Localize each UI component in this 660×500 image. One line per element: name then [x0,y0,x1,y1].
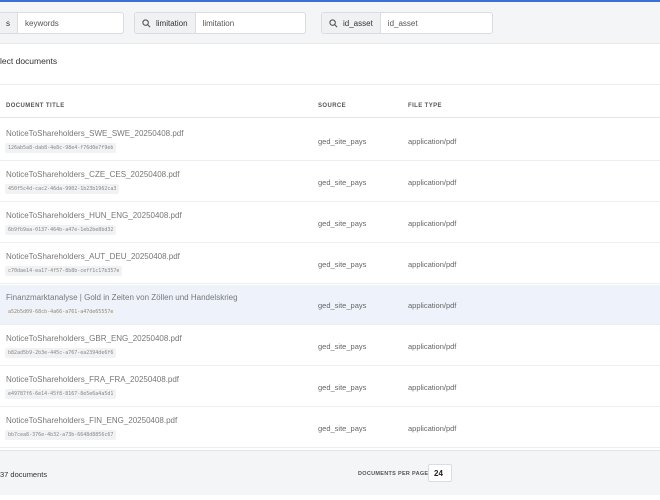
limitation-filter: limitation [134,12,306,34]
document-file-type: application/pdf [408,383,457,392]
table-row[interactable]: NoticeToShareholders_FIN_ENG_20250408.pd… [0,408,660,448]
document-source: ged_site_pays [318,342,367,351]
document-id-badge: c70dae14-ea17-4f57-8b8b-ceff1c17b357e [5,266,123,276]
document-title[interactable]: NoticeToShareholders_FRA_FRA_20250408.pd… [6,375,179,384]
document-id-badge: 450f5c4d-cac2-46da-9902-1b23b1962ca3 [5,184,120,194]
table-footer: 37 documents DOCUMENTS PER PAGE 24 [0,450,660,495]
table-row[interactable]: NoticeToShareholders_FRA_FRA_20250408.pd… [0,367,660,407]
per-page-select[interactable]: 24 [428,464,452,482]
document-title[interactable]: NoticeToShareholders_CZE_CES_20250408.pd… [6,170,179,179]
document-source: ged_site_pays [318,260,367,269]
table-row[interactable]: NoticeToShareholders_GBR_ENG_20250408.pd… [0,326,660,366]
document-title[interactable]: NoticeToShareholders_HUN_ENG_20250408.pd… [6,211,182,220]
id-asset-input[interactable] [380,13,481,33]
document-file-type: application/pdf [408,301,457,310]
document-file-type: application/pdf [408,260,457,269]
document-title[interactable]: NoticeToShareholders_SWE_SWE_20250408.pd… [6,129,183,138]
document-id-badge: a52b5d09-68cb-4a66-a761-a47de65557e [5,307,117,317]
document-title[interactable]: NoticeToShareholders_GBR_ENG_20250408.pd… [6,334,182,343]
document-id-badge: bb7cea8-376e-4b32-a73b-6648d8856c67 [5,430,117,440]
document-source: ged_site_pays [318,301,367,310]
document-source: ged_site_pays [318,178,367,187]
column-header-title[interactable]: DOCUMENT TITLE [6,103,65,109]
table-header: DOCUMENT TITLE SOURCE FILE TYPE [0,96,660,118]
document-file-type: application/pdf [408,342,457,351]
search-icon [329,18,338,27]
id-asset-filter: id_asset [321,12,493,34]
table-row[interactable]: NoticeToShareholders_SWE_SWE_20250408.pd… [0,121,660,161]
id-asset-filter-label: id_asset [343,18,373,28]
search-icon [142,18,151,27]
table-row[interactable]: NoticeToShareholders_CZE_CES_20250408.pd… [0,162,660,202]
limitation-filter-label: limitation [156,18,188,28]
document-source: ged_site_pays [318,137,367,146]
column-header-source[interactable]: SOURCE [318,103,346,109]
document-file-type: application/pdf [408,424,457,433]
table-row[interactable]: NoticeToShareholders_AUT_DEU_20250408.pd… [0,244,660,284]
keywords-filter: s [0,12,124,34]
document-id-badge: e49787f6-6e14-45f8-8167-8e5e6a4a5d1 [5,389,117,399]
table-row[interactable]: NoticeToShareholders_HUN_ENG_20250408.pd… [0,203,660,243]
document-source: ged_site_pays [318,424,367,433]
document-file-type: application/pdf [408,137,457,146]
keywords-filter-label: s [0,13,18,33]
document-id-badge: 6b9fb9aa-0137-464b-a47e-1eb2be8bd32 [5,225,117,235]
table-row-selected[interactable]: Finanzmarktanalyse | Gold in Zeiten von … [0,285,660,325]
document-id-badge: b82ad5b9-2b3e-445c-a767-ea2394de6f6 [5,348,117,358]
document-title[interactable]: Finanzmarktanalyse | Gold in Zeiten von … [6,293,238,302]
keywords-input[interactable] [18,13,118,33]
document-title[interactable]: NoticeToShareholders_FIN_ENG_20250408.pd… [6,416,177,425]
section-title: lect documents [0,56,58,66]
divider [0,84,660,85]
document-file-type: application/pdf [408,219,457,228]
column-header-file-type[interactable]: FILE TYPE [408,103,442,109]
per-page-label: DOCUMENTS PER PAGE [358,471,429,477]
limitation-input[interactable] [195,13,296,33]
document-file-type: application/pdf [408,178,457,187]
document-source: ged_site_pays [318,219,367,228]
document-title[interactable]: NoticeToShareholders_AUT_DEU_20250408.pd… [6,252,180,261]
document-count: 37 documents [0,470,48,479]
document-source: ged_site_pays [318,383,367,392]
document-id-badge: 126ab5a8-dab8-4e8c-98e4-f76d0e7f9eb [5,143,117,153]
filter-bar: s limitation id_asset [0,2,660,44]
